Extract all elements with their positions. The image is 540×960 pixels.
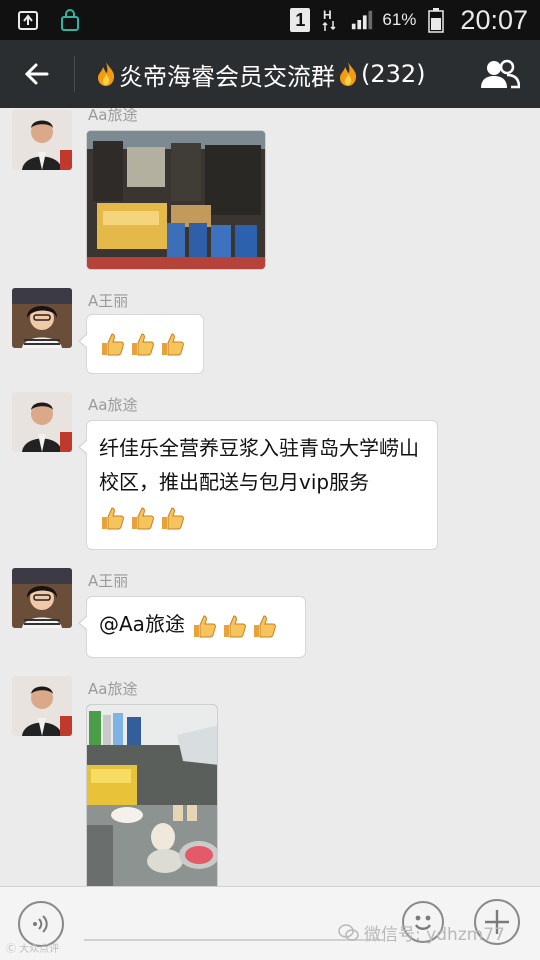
message-list[interactable]: Aa旅途 A王丽 Aa旅途 纤佳乐全营养豆浆入驻青岛大学崂山校区，推出配送与包月…	[0, 108, 540, 886]
watermark-text: 微信号: ydhzm77	[364, 925, 505, 945]
signal-icon	[350, 8, 374, 32]
back-button[interactable]	[0, 40, 74, 108]
thumbs-up-emoji-group	[191, 613, 277, 639]
member-count: (232)	[361, 60, 426, 88]
message-text: 纤佳乐全营养豆浆入驻青岛大学崂山校区，推出配送与包月vip服务	[99, 436, 419, 494]
thumbs-up-emoji-group	[99, 505, 185, 531]
chat-title: 炎帝海睿会员交流群 (232)	[75, 57, 460, 92]
avatar-a-wangli[interactable]	[12, 288, 72, 348]
sender-name: A王丽	[88, 572, 129, 590]
hspa-icon: H	[318, 8, 342, 32]
thumbs-up-icon	[194, 614, 217, 637]
avatar-a-wangli[interactable]	[12, 568, 72, 628]
group-members-button[interactable]	[460, 40, 540, 108]
group-icon	[481, 59, 520, 89]
status-system: 1 H 61% 20:07	[290, 5, 540, 36]
svg-text:H: H	[323, 8, 332, 22]
thumbs-up-icon	[254, 614, 277, 637]
recycle-icon	[16, 8, 40, 32]
avatar-aa-lvtu[interactable]	[12, 392, 72, 452]
sender-name: Aa旅途	[88, 396, 138, 414]
group-name: 炎帝海睿会员交流群	[119, 62, 335, 91]
text-message[interactable]: @Aa旅途	[78, 596, 306, 658]
shop-counter-photo	[87, 131, 265, 269]
arrow-left-icon	[24, 63, 49, 85]
image-message[interactable]	[86, 704, 218, 886]
chat-header: 炎帝海睿会员交流群 (232)	[0, 40, 540, 108]
thumbs-up-icon	[162, 506, 184, 529]
thumbs-up-emoji-group	[99, 331, 185, 357]
thumbs-up-icon	[224, 614, 247, 637]
sender-name: Aa旅途	[88, 108, 138, 124]
fire-icon	[340, 62, 357, 86]
thumbs-up-icon	[162, 332, 184, 355]
clock: 20:07	[460, 4, 528, 35]
avatar-aa-lvtu[interactable]	[12, 676, 72, 736]
battery-percent: 61%	[382, 10, 417, 29]
status-bar: 1 H 61% 20:07	[0, 0, 540, 40]
status-notifications	[0, 8, 82, 32]
sender-name: Aa旅途	[88, 680, 138, 698]
sim-badge: 1	[290, 8, 311, 32]
avatar-aa-lvtu[interactable]	[12, 110, 72, 170]
message-text: @Aa旅途	[99, 612, 192, 636]
thumbs-up-icon	[132, 506, 154, 529]
fire-icon	[98, 62, 115, 86]
wechat-logo-icon	[338, 923, 359, 941]
image-message[interactable]	[86, 130, 266, 270]
wechat-lock-icon	[58, 8, 82, 32]
sender-name: A王丽	[88, 292, 129, 310]
text-message[interactable]: 纤佳乐全营养豆浆入驻青岛大学崂山校区，推出配送与包月vip服务	[78, 420, 438, 550]
thumbs-up-icon	[132, 332, 154, 355]
kitchen-prep-photo	[87, 705, 217, 886]
corner-watermark: Ⓒ 大众点评	[6, 944, 60, 955]
text-message[interactable]	[78, 314, 204, 374]
thumbs-up-icon	[102, 506, 124, 529]
voice-icon	[33, 915, 48, 933]
thumbs-up-icon	[102, 332, 124, 355]
battery-icon	[424, 8, 448, 33]
watermark: 微信号: ydhzm77	[338, 920, 505, 945]
